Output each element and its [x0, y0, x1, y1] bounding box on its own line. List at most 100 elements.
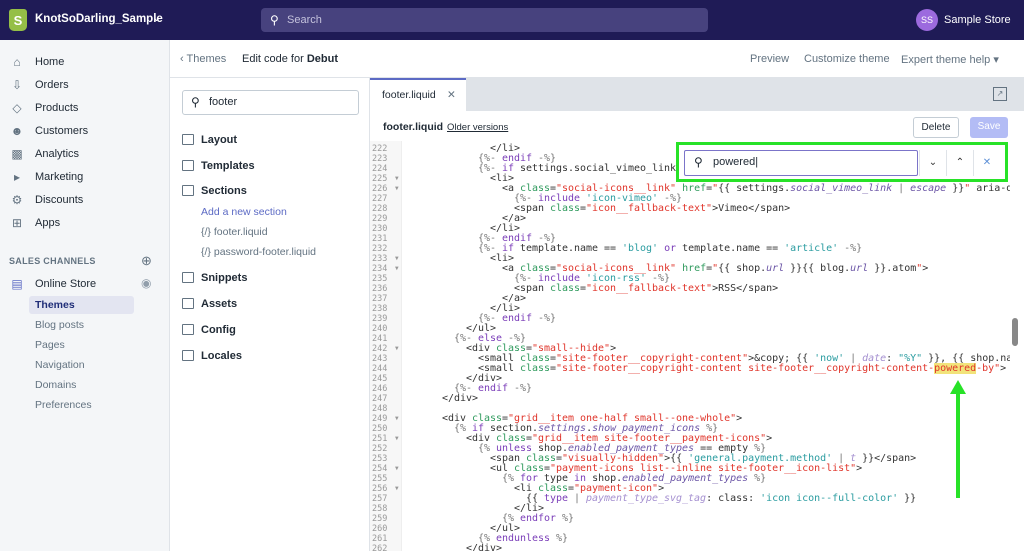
account-name[interactable]: Sample Store — [944, 14, 1011, 26]
line-number-text: 238 — [372, 304, 388, 314]
fold-arrow-icon[interactable]: ▼ — [395, 484, 399, 494]
line-number: 258 — [370, 504, 402, 514]
shopify-logo-icon[interactable]: S — [9, 9, 27, 31]
file-password-footer-liquid[interactable]: {/} password-footer.liquid — [201, 246, 316, 258]
code-token: template.name == — [520, 243, 623, 254]
find-previous-button[interactable]: ⌃ — [946, 150, 973, 176]
folder-layout[interactable]: Layout — [182, 132, 237, 148]
folder-label: Config — [201, 324, 236, 336]
eye-icon[interactable]: ◉ — [141, 276, 151, 290]
fold-arrow-icon[interactable]: ▼ — [395, 254, 399, 264]
search-icon: ⚲ — [270, 13, 279, 27]
sidebar-sub-themes[interactable]: Themes — [29, 296, 134, 314]
find-next-button[interactable]: ⌄ — [919, 150, 946, 176]
line-number: 259 — [370, 514, 402, 524]
top-bar: S KnotSoDarling_Sample ⌄ ⚲ Search SS Sam… — [0, 0, 1024, 40]
delete-button[interactable]: Delete — [913, 117, 959, 138]
tab-label: footer.liquid — [382, 89, 436, 101]
fold-arrow-icon[interactable]: ▼ — [395, 464, 399, 474]
fullscreen-icon[interactable]: ↗ — [993, 87, 1007, 101]
code-token: settings.social_vimeo_link — [520, 163, 677, 174]
sidebar-item-apps[interactable]: ⊞ Apps — [0, 213, 170, 233]
sidebar-sub-pages[interactable]: Pages — [35, 336, 65, 354]
preview-button[interactable]: Preview — [750, 53, 789, 65]
code-area[interactable]: 222 223 224 225 ▼ 226 ▼ 227 228 229 230 231 232 233 ▼ 2… — [370, 141, 1010, 551]
code-line: {%- if template.name == 'blog' or templa… — [478, 244, 862, 254]
code-token: url — [850, 263, 869, 274]
sidebar-sub-blog-posts[interactable]: Blog posts — [35, 316, 84, 334]
close-tab-icon[interactable]: ✕ — [447, 80, 456, 110]
sidebar-item-analytics[interactable]: ▩ Analytics — [0, 144, 170, 164]
sidebar-item-label: Home — [35, 56, 65, 68]
sidebar-sub-navigation[interactable]: Navigation — [35, 356, 85, 374]
file-search-input[interactable]: ⚲ footer — [182, 90, 359, 115]
folder-assets[interactable]: Assets — [182, 296, 237, 312]
line-number-text: 255 — [372, 474, 388, 484]
code-token: url — [766, 263, 785, 274]
line-number-text: 253 — [372, 454, 388, 464]
close-find-button[interactable]: ✕ — [973, 150, 1000, 176]
code-token: }} — [898, 493, 917, 504]
line-number: 255 — [370, 474, 402, 484]
scrollbar[interactable] — [1012, 318, 1018, 346]
line-number-text: 252 — [372, 444, 388, 454]
add-new-section-link[interactable]: Add a new section — [201, 206, 287, 218]
line-number-text: 228 — [372, 204, 388, 214]
customize-theme-button[interactable]: Customize theme — [804, 53, 890, 65]
line-number: 246 — [370, 384, 402, 394]
folder-templates[interactable]: Templates — [182, 158, 255, 174]
sidebar-item-orders[interactable]: ⇩ Orders — [0, 75, 170, 95]
line-number-text: 234 — [372, 264, 388, 274]
line-number-text: 229 — [372, 214, 388, 224]
folder-label: Assets — [201, 298, 238, 310]
line-number: 250 — [370, 424, 402, 434]
avatar[interactable]: SS — [916, 9, 938, 31]
save-button[interactable]: Save — [970, 117, 1008, 138]
global-search-input[interactable]: ⚲ Search — [261, 8, 708, 32]
file-search-value: footer — [209, 96, 238, 108]
fold-arrow-icon[interactable]: ▼ — [395, 344, 399, 354]
line-number-text: 261 — [372, 534, 388, 544]
sidebar-item-discounts[interactable]: ⚙ Discounts — [0, 190, 170, 210]
fold-arrow-icon[interactable]: ▼ — [395, 174, 399, 184]
folder-config[interactable]: Config — [182, 322, 236, 338]
line-number: 244 — [370, 364, 402, 374]
search-icon: ⚲ — [694, 155, 703, 169]
chevron-down-icon[interactable]: ⌄ — [152, 11, 161, 24]
line-number-text: 223 — [372, 154, 388, 164]
find-input[interactable]: ⚲ powered| — [684, 150, 918, 176]
sidebar-sub-domains[interactable]: Domains — [35, 376, 76, 394]
file-footer-liquid[interactable]: {/} footer.liquid — [201, 226, 268, 238]
add-channel-icon[interactable]: ⊕ — [141, 253, 152, 269]
fold-arrow-icon[interactable]: ▼ — [395, 184, 399, 194]
code-token: -%} — [532, 313, 557, 324]
sidebar-item-label: Products — [35, 102, 79, 114]
tab-footer-liquid[interactable]: footer.liquid ✕ — [370, 78, 466, 111]
line-number: 240 — [370, 324, 402, 334]
line-number-text: 260 — [372, 524, 388, 534]
line-number: 229 — [370, 214, 402, 224]
sidebar-item-customers[interactable]: ☻ Customers — [0, 121, 170, 141]
folder-snippets[interactable]: Snippets — [182, 270, 247, 286]
sidebar-item-products[interactable]: ◇ Products — [0, 98, 170, 118]
expert-help-button[interactable]: Expert theme help ▾ — [901, 53, 999, 66]
expert-help-label: Expert theme help — [901, 54, 991, 66]
sidebar-item-home[interactable]: ⌂ Home — [0, 52, 170, 72]
code-token: > — [922, 263, 929, 274]
line-number-text: 222 — [372, 144, 388, 154]
sidebar-sub-preferences[interactable]: Preferences — [35, 396, 92, 414]
fold-arrow-icon[interactable]: ▼ — [395, 434, 399, 444]
store-switcher[interactable]: KnotSoDarling_Sample — [35, 13, 163, 25]
folder-locales[interactable]: Locales — [182, 348, 242, 364]
code-token: escape — [910, 183, 947, 194]
folder-sections[interactable]: Sections — [182, 183, 247, 199]
sidebar-item-marketing[interactable]: ▸ Marketing — [0, 167, 170, 187]
fold-arrow-icon[interactable]: ▼ — [395, 264, 399, 274]
fold-arrow-icon[interactable]: ▼ — [395, 414, 399, 424]
folder-icon — [182, 272, 194, 283]
older-versions-link[interactable]: Older versions — [447, 122, 508, 133]
find-value: powered — [713, 156, 756, 168]
back-to-themes-link[interactable]: ‹ Themes — [180, 53, 226, 65]
code-token: payment_type_svg_tag — [586, 493, 707, 504]
title-prefix: Edit code for — [242, 53, 304, 65]
